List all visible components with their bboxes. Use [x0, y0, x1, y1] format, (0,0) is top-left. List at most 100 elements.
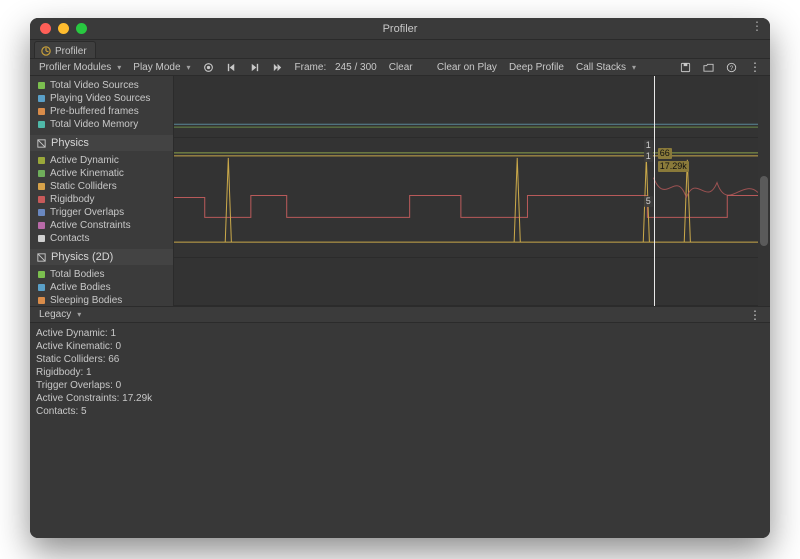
frame-indicator: Frame: 245 / 300 — [290, 62, 382, 73]
record-button[interactable] — [198, 62, 219, 73]
legend-label: Contacts — [50, 233, 89, 244]
legend-item[interactable]: Pre-buffered frames — [30, 105, 173, 118]
stat-row: Trigger Overlaps: 0 — [36, 379, 764, 392]
legend-item[interactable]: Sleeping Bodies — [30, 294, 173, 306]
panel-menu-icon[interactable]: ⋮ — [744, 309, 766, 321]
legend-swatch — [38, 183, 45, 190]
legend-label: Active Constraints — [50, 220, 131, 231]
playhead[interactable] — [654, 76, 655, 306]
legend-item[interactable]: Playing Video Sources — [30, 92, 173, 105]
module-sidebar: Total Video SourcesPlaying Video Sources… — [30, 76, 174, 306]
value-label-constraints: 17.29k — [658, 161, 689, 172]
profiler-window: Profiler ⋮ Profiler Profiler Modules Pla… — [30, 18, 770, 538]
legend-swatch — [38, 222, 45, 229]
physics-icon — [36, 138, 47, 149]
current-frame-button[interactable] — [267, 62, 288, 73]
tab-label: Profiler — [55, 46, 87, 57]
upper-split: Total Video SourcesPlaying Video Sources… — [30, 76, 770, 306]
help-icon[interactable]: ? — [721, 62, 742, 73]
legend-label: Trigger Overlaps — [50, 207, 124, 218]
legend-swatch — [38, 209, 45, 216]
value-label-contacts: 5 — [644, 196, 653, 207]
close-icon[interactable] — [40, 23, 51, 34]
next-frame-button[interactable] — [244, 62, 265, 73]
module-physics-header[interactable]: Physics — [30, 135, 173, 151]
context-menu-icon[interactable]: ⋮ — [744, 61, 766, 73]
legend-item[interactable]: Active Kinematic — [30, 167, 173, 180]
legend-item[interactable]: Total Bodies — [30, 268, 173, 281]
legend-swatch — [38, 108, 45, 115]
chart-video[interactable] — [174, 76, 758, 138]
legend-item[interactable]: Static Colliders — [30, 180, 173, 193]
content-area: Total Video SourcesPlaying Video Sources… — [30, 76, 770, 538]
chart-physics2d[interactable] — [174, 258, 758, 306]
legend-label: Static Colliders — [50, 181, 117, 192]
profiler-modules-dropdown[interactable]: Profiler Modules — [34, 62, 126, 73]
module-physics2d-legend: Total Bodies Active BodiesSleeping Bodies — [30, 265, 173, 306]
load-icon[interactable] — [698, 62, 719, 73]
value-label-static: 66 — [658, 148, 672, 159]
legend-item[interactable]: Rigidbody — [30, 193, 173, 206]
tab-profiler[interactable]: Profiler — [34, 41, 96, 58]
stat-row: Static Colliders: 66 — [36, 353, 764, 366]
module-physics2d-header[interactable]: Physics (2D) — [30, 249, 173, 265]
window-controls — [40, 23, 87, 34]
module-video-legend: Total Video SourcesPlaying Video Sources… — [30, 76, 173, 135]
legend-swatch — [38, 82, 45, 89]
chart-area[interactable]: 1 1 66 17.29k 5 — [174, 76, 770, 306]
legend-item[interactable]: Total Video Sources — [30, 79, 173, 92]
legend-item[interactable]: Active Bodies — [30, 281, 173, 294]
vertical-scrollbar[interactable] — [758, 76, 770, 306]
stat-row: Rigidbody: 1 — [36, 366, 764, 379]
zoom-icon[interactable] — [76, 23, 87, 34]
legend-label: Active Dynamic — [50, 155, 119, 166]
save-icon[interactable] — [675, 62, 696, 73]
titlebar[interactable]: Profiler ⋮ — [30, 18, 770, 40]
legend-label: Active Kinematic — [50, 168, 124, 179]
profiler-icon — [41, 46, 51, 56]
legend-swatch — [38, 121, 45, 128]
legend-label: Active Bodies — [50, 282, 111, 293]
minimize-icon[interactable] — [58, 23, 69, 34]
play-mode-dropdown[interactable]: Play Mode — [128, 62, 195, 73]
legend-swatch — [38, 284, 45, 291]
clear-button[interactable]: Clear — [384, 62, 418, 73]
legend-swatch — [38, 297, 45, 304]
legend-label: Total Video Memory — [50, 119, 138, 130]
lower-pane: Legacy ⋮ Active Dynamic: 1Active Kinemat… — [30, 306, 770, 538]
legend-label: Playing Video Sources — [50, 93, 150, 104]
lower-toolbar: Legacy ⋮ — [30, 307, 770, 323]
toolbar: Profiler Modules Play Mode Frame: 245 / … — [30, 58, 770, 76]
legend-item[interactable]: Contacts — [30, 232, 173, 245]
deep-profile-toggle[interactable]: Deep Profile — [504, 62, 569, 73]
legend-swatch — [38, 95, 45, 102]
stat-row: Active Kinematic: 0 — [36, 340, 764, 353]
legend-item[interactable]: Active Constraints — [30, 219, 173, 232]
stat-row: Active Dynamic: 1 — [36, 327, 764, 340]
detail-view-dropdown[interactable]: Legacy — [34, 309, 86, 320]
legend-label: Rigidbody — [50, 194, 94, 205]
module-physics-legend: Active Dynamic Active Kinematic Static Col… — [30, 151, 173, 249]
clear-on-play-toggle[interactable]: Clear on Play — [432, 62, 502, 73]
legend-swatch — [38, 271, 45, 278]
scroll-thumb[interactable] — [760, 176, 768, 246]
legend-item[interactable]: Trigger Overlaps — [30, 206, 173, 219]
prev-frame-button[interactable] — [221, 62, 242, 73]
value-label: 1 — [644, 140, 653, 151]
legend-swatch — [38, 196, 45, 203]
legend-swatch — [38, 235, 45, 242]
stat-row: Contacts: 5 — [36, 405, 764, 418]
legend-label: Pre-buffered frames — [50, 106, 139, 117]
legend-item[interactable]: Active Dynamic — [30, 154, 173, 167]
legend-swatch — [38, 170, 45, 177]
value-label: 1 — [644, 151, 653, 162]
tab-row: Profiler — [30, 40, 770, 58]
physics2d-icon — [36, 252, 47, 263]
legend-item[interactable]: Total Video Memory — [30, 118, 173, 131]
svg-text:?: ? — [730, 64, 734, 71]
legend-label: Total Bodies — [50, 269, 104, 280]
physics-stats: Active Dynamic: 1Active Kinematic: 0Stat… — [30, 323, 770, 538]
legend-swatch — [38, 157, 45, 164]
window-menu-icon[interactable]: ⋮ — [751, 20, 762, 32]
call-stacks-dropdown[interactable]: Call Stacks — [571, 62, 641, 73]
